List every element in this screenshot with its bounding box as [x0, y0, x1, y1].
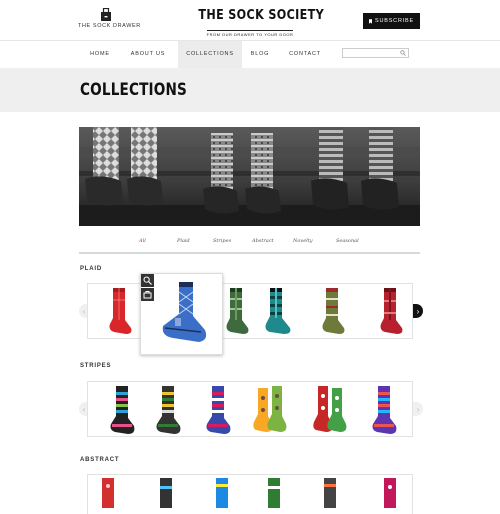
sock-drawer-icon	[101, 8, 111, 21]
plaid-sock-1[interactable]	[106, 286, 134, 336]
collection-filters: All Plaid Stripes Abstract Novelty Seaso…	[79, 236, 420, 254]
plaid-next-arrow[interactable]: ›	[413, 304, 423, 318]
abstract-sock-2[interactable]	[156, 478, 176, 508]
filter-stripes[interactable]: Stripes	[213, 238, 231, 244]
stripes-next-arrow[interactable]: ›	[413, 402, 423, 416]
stripes-sock-1[interactable]	[106, 384, 138, 436]
bookmark-icon	[369, 18, 372, 24]
top-header: THE SOCK DRAWER THE SOCK SOCIETY FROM OU…	[0, 0, 500, 40]
nav-item-home[interactable]: HOME	[82, 41, 118, 68]
site-logo[interactable]: THE SOCK SOCIETY FROM OUR DRAWER TO YOUR…	[190, 8, 325, 41]
plaid-carousel	[87, 283, 413, 339]
add-to-cart-icon	[143, 291, 152, 299]
logo-title: THE SOCK SOCIETY	[198, 8, 325, 23]
plaid-sock-3[interactable]	[222, 286, 252, 336]
hero-image	[79, 127, 420, 226]
page-title: COLLECTIONS	[80, 80, 187, 100]
nav-item-collections[interactable]: COLLECTIONS	[178, 41, 242, 68]
abstract-carousel	[87, 474, 413, 514]
zoom-button[interactable]	[141, 274, 154, 287]
abstract-sock-4[interactable]	[264, 478, 284, 508]
abstract-sock-5[interactable]	[320, 478, 340, 508]
stripes-sock-5[interactable]	[312, 384, 348, 436]
zoom-icon	[143, 276, 152, 285]
plaid-sock-6[interactable]	[376, 286, 406, 336]
nav-item-contact[interactable]: CONTACT	[282, 41, 328, 68]
logo-tagline: FROM OUR DRAWER TO YOUR DOOR	[206, 30, 294, 37]
filter-plaid[interactable]: Plaid	[177, 238, 190, 244]
search-input[interactable]	[343, 57, 402, 65]
stripes-carousel	[87, 381, 413, 437]
search-box	[342, 48, 409, 65]
filter-all[interactable]: All	[139, 238, 146, 244]
page-title-banner	[0, 68, 500, 112]
sock-drawer-label: THE SOCK DRAWER	[78, 23, 141, 29]
abstract-sock-3[interactable]	[212, 478, 232, 508]
section-title-abstract: ABSTRACT	[80, 457, 120, 463]
abstract-sock-6[interactable]	[380, 478, 400, 508]
subscribe-label: SUBSCRIBE	[375, 18, 414, 24]
stripes-sock-3[interactable]	[202, 384, 234, 436]
plaid-sock-5[interactable]	[318, 286, 348, 336]
add-to-cart-button[interactable]	[141, 288, 154, 301]
subscribe-button[interactable]: SUBSCRIBE	[363, 13, 420, 29]
filter-seasonal[interactable]: Seasonal	[336, 238, 359, 244]
section-title-plaid: PLAID	[80, 266, 102, 272]
filter-abstract[interactable]: Abstract	[252, 238, 274, 244]
stripes-sock-6[interactable]	[368, 384, 400, 436]
main-nav: HOME ABOUT US COLLECTIONS BLOG CONTACT	[0, 40, 500, 69]
stripes-sock-2[interactable]	[152, 384, 184, 436]
plaid-sock-4[interactable]	[260, 286, 294, 336]
sock-drawer-link[interactable]: THE SOCK DRAWER	[78, 8, 141, 29]
section-title-stripes: STRIPES	[80, 363, 112, 369]
abstract-sock-1[interactable]	[98, 478, 118, 508]
stripes-sock-4[interactable]	[252, 384, 288, 436]
nav-item-blog[interactable]: BLOG	[246, 41, 274, 68]
nav-item-about-us[interactable]: ABOUT US	[124, 41, 172, 68]
hero-socks-photo	[79, 127, 420, 226]
plaid-sock-2[interactable]	[151, 280, 213, 348]
search-icon[interactable]	[400, 50, 406, 56]
filter-novelty[interactable]: Novelty	[293, 238, 313, 244]
